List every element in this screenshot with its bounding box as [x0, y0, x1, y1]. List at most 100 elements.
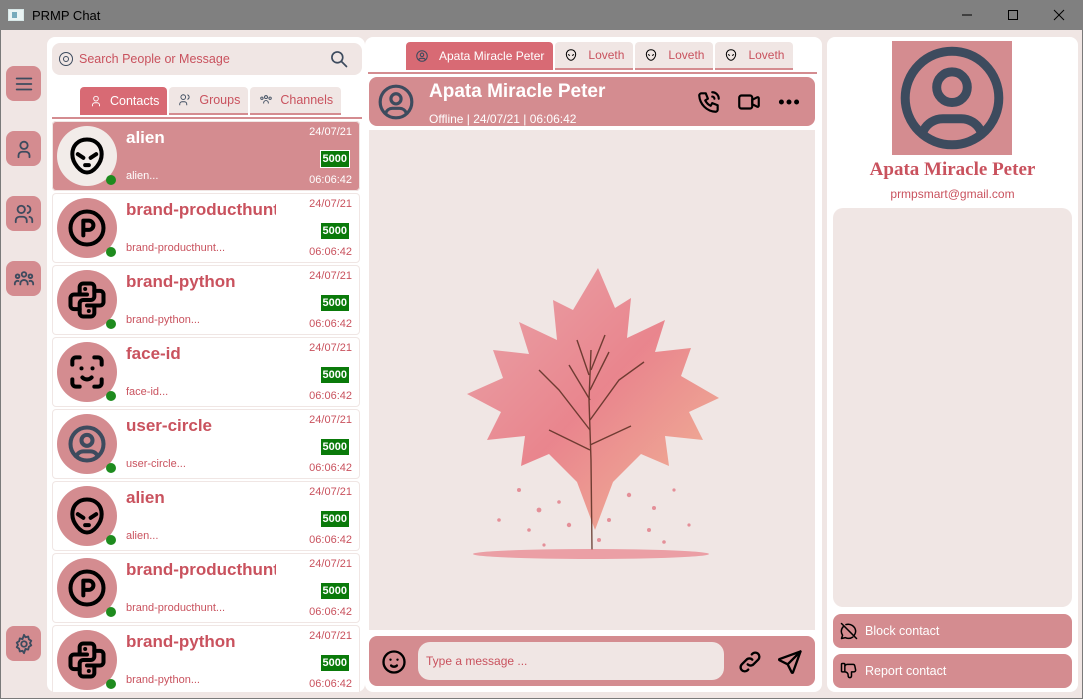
- profile-details-box: [833, 208, 1072, 607]
- message-input[interactable]: [418, 642, 724, 680]
- contact-name: alien: [126, 128, 165, 147]
- user-icon: [17, 140, 30, 158]
- contact-preview: brand-producthunt...: [126, 602, 226, 614]
- contact-time: 06:06:42: [309, 246, 352, 258]
- user-group-icon: [260, 95, 273, 104]
- python-icon: [68, 641, 106, 679]
- block-contact-label: Block contact: [865, 624, 940, 638]
- contact-item[interactable]: brand-python brand-python... 24/07/21 50…: [52, 625, 360, 692]
- online-indicator: [106, 607, 116, 617]
- contact-date: 24/07/21: [309, 414, 352, 426]
- contact-item[interactable]: face-id face-id... 24/07/21 5000 06:06:4…: [52, 337, 360, 407]
- emoji-button[interactable]: [380, 648, 408, 676]
- unread-badge: 5000: [319, 366, 350, 384]
- search-scope-icon: [59, 52, 73, 66]
- chat-tab[interactable]: Apata Miracle Peter: [406, 42, 554, 70]
- chat-contact-status: Offline | 24/07/21 | 06:06:42: [429, 112, 577, 126]
- contact-preview: brand-producthunt...: [126, 242, 226, 254]
- contact-preview: brand-python...: [126, 314, 200, 326]
- title-bar: PRMP Chat: [0, 0, 1083, 30]
- contact-name: brand-python: [126, 272, 236, 291]
- contact-item[interactable]: alien alien... 24/07/21 5000 06:06:42: [52, 481, 360, 551]
- contact-name: user-circle: [126, 416, 212, 435]
- minimize-button[interactable]: [944, 0, 990, 30]
- search-bar: [52, 43, 362, 75]
- rail-settings-button[interactable]: [6, 626, 41, 661]
- chat-tabs: Apata Miracle Peter Loveth Loveth Loveth: [406, 42, 794, 72]
- maximize-icon: [1008, 10, 1018, 20]
- more-options-button[interactable]: [776, 89, 802, 115]
- user-circle-icon[interactable]: [377, 83, 415, 121]
- users-icon: [179, 94, 190, 106]
- search-icon[interactable]: [329, 49, 349, 69]
- link-icon: [739, 651, 761, 673]
- contact-date: 24/07/21: [309, 270, 352, 282]
- attach-link-button[interactable]: [736, 648, 764, 676]
- contact-preview: face-id...: [126, 386, 169, 398]
- contact-item[interactable]: brand-producthunt brand-producthunt... 2…: [52, 553, 360, 623]
- alien-icon: [726, 49, 737, 61]
- tab-groups[interactable]: Groups: [169, 87, 249, 115]
- online-indicator: [106, 247, 116, 257]
- rail-menu-button[interactable]: [6, 66, 41, 101]
- contact-time: 06:06:42: [309, 390, 352, 402]
- user-icon: [92, 95, 100, 107]
- contact-name: brand-producthunt: [126, 560, 276, 579]
- online-indicator: [106, 463, 116, 473]
- window-title: PRMP Chat: [32, 7, 101, 23]
- video-icon: [738, 94, 760, 110]
- chat-messages-area[interactable]: [369, 130, 815, 630]
- profile-avatar: [892, 41, 1012, 155]
- profile-name: Apata Miracle Peter: [869, 159, 1036, 180]
- contact-item[interactable]: alien alien... 24/07/21 5000 06:06:42: [52, 121, 360, 191]
- alien-icon: [566, 49, 577, 61]
- send-icon: [778, 650, 802, 674]
- tab-label: Channels: [280, 93, 334, 107]
- unread-badge: 5000: [319, 150, 350, 168]
- contact-item[interactable]: brand-python brand-python... 24/07/21 50…: [52, 265, 360, 335]
- message-composer: [369, 636, 815, 686]
- contact-preview: alien...: [126, 530, 159, 542]
- chat-tab-label: Apata Miracle Peter: [439, 49, 545, 63]
- user-circle-icon: [900, 46, 1004, 150]
- rail-contacts-button[interactable]: [6, 131, 41, 166]
- tab-channels[interactable]: Channels: [250, 87, 342, 115]
- unread-badge: 5000: [319, 294, 350, 312]
- contact-preview: alien...: [126, 170, 159, 182]
- producthunt-icon: [68, 209, 106, 247]
- alien-icon: [70, 137, 104, 175]
- tab-contacts[interactable]: Contacts: [80, 87, 168, 115]
- alien-icon: [646, 49, 657, 61]
- contact-item[interactable]: user-circle user-circle... 24/07/21 5000…: [52, 409, 360, 479]
- contact-date: 24/07/21: [309, 198, 352, 210]
- contact-time: 06:06:42: [309, 678, 352, 690]
- rail-groups-button[interactable]: [6, 196, 41, 231]
- video-call-button[interactable]: [736, 89, 762, 115]
- users-icon: [14, 204, 33, 223]
- contact-item[interactable]: brand-producthunt brand-producthunt... 2…: [52, 193, 360, 263]
- chat-tab[interactable]: Loveth: [555, 42, 634, 70]
- unread-badge: 5000: [319, 654, 350, 672]
- voice-call-button[interactable]: [696, 89, 722, 115]
- online-indicator: [106, 391, 116, 401]
- block-contact-button[interactable]: Block contact: [833, 614, 1072, 648]
- maximize-button[interactable]: [990, 0, 1036, 30]
- close-button[interactable]: [1036, 0, 1082, 30]
- chat-tab[interactable]: Loveth: [715, 42, 794, 70]
- maple-leaf-background-image: [467, 268, 719, 559]
- report-contact-button[interactable]: Report contact: [833, 654, 1072, 688]
- tab-label: Contacts: [110, 94, 160, 108]
- contact-time: 06:06:42: [309, 462, 352, 474]
- contact-name: brand-producthunt: [126, 200, 276, 219]
- contact-date: 24/07/21: [309, 486, 352, 498]
- divider: [52, 117, 362, 119]
- chat-tab[interactable]: Loveth: [635, 42, 714, 70]
- profile-email: prmpsmart@gmail.com: [890, 187, 1015, 201]
- python-icon: [68, 281, 106, 319]
- contact-time: 06:06:42: [309, 174, 352, 186]
- rail-channels-button[interactable]: [6, 261, 41, 296]
- unread-badge: 5000: [319, 222, 350, 240]
- menu-icon: [15, 77, 32, 90]
- search-input[interactable]: [79, 52, 327, 66]
- send-button[interactable]: [776, 648, 804, 676]
